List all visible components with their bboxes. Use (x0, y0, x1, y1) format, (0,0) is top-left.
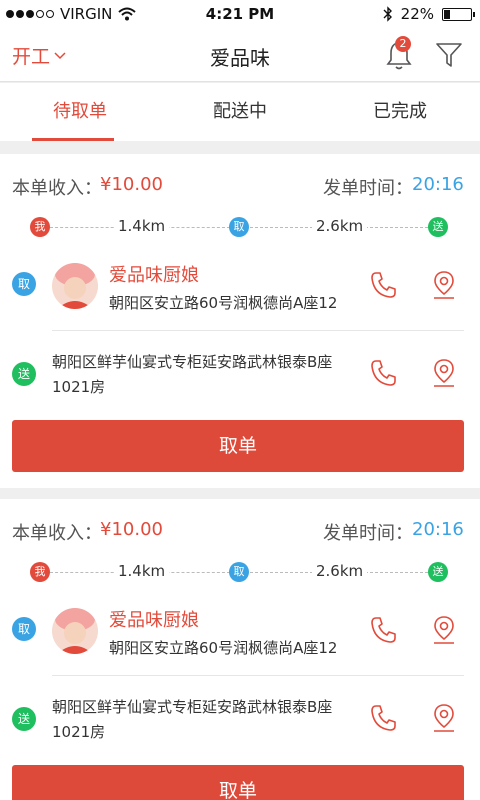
delivery-marker: 送 (428, 562, 448, 582)
distance-to-delivery: 2.6km (312, 562, 368, 580)
distance-to-pickup: 1.4km (114, 217, 170, 235)
distance-to-delivery: 2.6km (312, 217, 368, 235)
tab-completed[interactable]: 已完成 (320, 83, 480, 141)
phone-icon[interactable] (368, 269, 400, 301)
battery-percent: 22% (400, 5, 434, 23)
bluetooth-icon (383, 6, 392, 22)
order-tabs: 待取单 配送中 已完成 (0, 83, 480, 141)
shop-name: 爱品味厨娘 (109, 610, 199, 631)
tab-delivering[interactable]: 配送中 (160, 83, 320, 141)
pickup-address: 朝阳区安立路60号润枫德尚A座12 (109, 294, 338, 312)
location-pin-icon[interactable] (428, 269, 460, 301)
route-bar: 我 1.4km 取 2.6km 送 (30, 561, 450, 583)
delivery-marker: 送 (428, 217, 448, 237)
notification-badge: 2 (395, 36, 411, 52)
location-pin-icon[interactable] (428, 702, 460, 734)
location-pin-icon[interactable] (428, 614, 460, 646)
pickup-marker: 取 (229, 217, 249, 237)
divider (52, 330, 464, 331)
take-order-button[interactable]: 取单 (12, 765, 464, 800)
shop-name: 爱品味厨娘 (109, 265, 199, 286)
pickup-marker: 取 (229, 562, 249, 582)
battery-icon (442, 7, 475, 21)
order-time-label: 发单时间： (323, 523, 413, 544)
income-label: 本单收入： (12, 523, 102, 544)
filter-icon[interactable] (434, 40, 464, 70)
divider (52, 675, 464, 676)
income-value: ¥10.00 (100, 174, 163, 195)
nav-bar: 开工 爱品味 2 (0, 28, 480, 82)
income-value: ¥10.00 (100, 519, 163, 540)
my-location-marker: 我 (30, 562, 50, 582)
route-bar: 我 1.4km 取 2.6km 送 (30, 216, 450, 238)
phone-icon[interactable] (368, 614, 400, 646)
my-location-marker: 我 (30, 217, 50, 237)
phone-icon[interactable] (368, 357, 400, 389)
income-label: 本单收入： (12, 178, 102, 199)
delivery-address-line2: 1021房 (52, 723, 106, 741)
status-right: 22% (383, 5, 475, 23)
pickup-tag: 取 (12, 617, 36, 641)
active-tab-indicator (32, 138, 114, 141)
order-card: 本单收入： ¥10.00 发单时间： 20:16 我 1.4km 取 2.6km… (0, 499, 480, 800)
avatar (52, 263, 98, 309)
order-time-label: 发单时间： (323, 178, 413, 199)
phone-icon[interactable] (368, 702, 400, 734)
chevron-down-icon (54, 51, 66, 59)
tab-pending[interactable]: 待取单 (0, 83, 160, 141)
order-time-value: 20:16 (412, 174, 464, 195)
status-bar: VIRGIN 4:21 PM 22% (0, 0, 480, 28)
order-time-value: 20:16 (412, 519, 464, 540)
avatar (52, 608, 98, 654)
take-order-button[interactable]: 取单 (12, 420, 464, 472)
delivery-address-line2: 1021房 (52, 378, 106, 396)
delivery-tag: 送 (12, 362, 36, 386)
delivery-tag: 送 (12, 707, 36, 731)
delivery-address-line1: 朝阳区鲜芋仙宴式专柜延安路武林银泰B座 (52, 353, 333, 371)
delivery-address: 朝阳区鲜芋仙宴式专柜延安路武林银泰B座 1021房 (52, 695, 352, 745)
pickup-address: 朝阳区安立路60号润枫德尚A座12 (109, 639, 338, 657)
distance-to-pickup: 1.4km (114, 562, 170, 580)
delivery-address-line1: 朝阳区鲜芋仙宴式专柜延安路武林银泰B座 (52, 698, 333, 716)
pickup-tag: 取 (12, 272, 36, 296)
work-status-dropdown[interactable]: 开工 (12, 42, 66, 69)
location-pin-icon[interactable] (428, 357, 460, 389)
delivery-address: 朝阳区鲜芋仙宴式专柜延安路武林银泰B座 1021房 (52, 350, 352, 400)
order-card: 本单收入： ¥10.00 发单时间： 20:16 我 1.4km 取 2.6km… (0, 154, 480, 488)
work-status-label: 开工 (12, 46, 51, 68)
